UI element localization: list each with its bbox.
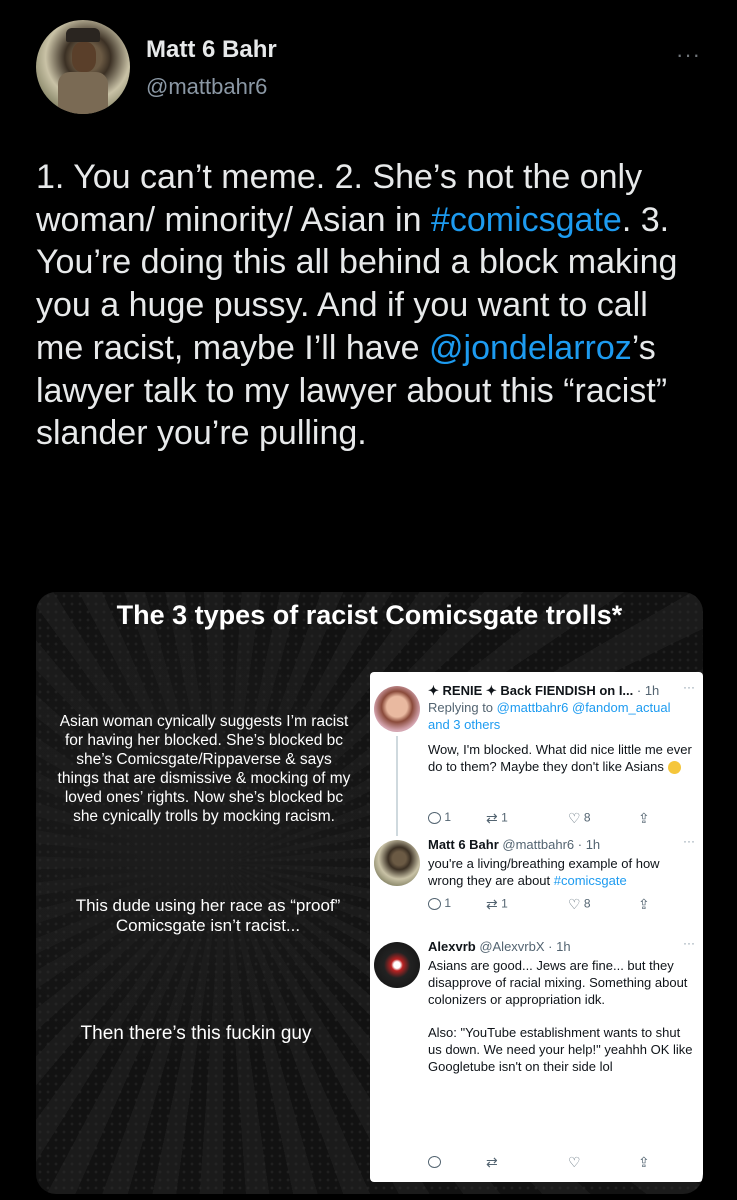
reply-count-value: 1 — [444, 896, 452, 910]
renie-avatar — [374, 686, 420, 732]
retweet-icon: ⇄ — [486, 1154, 498, 1170]
author-display-name[interactable]: Matt 6 Bahr — [146, 36, 277, 64]
heart-icon: ♡ — [568, 896, 581, 912]
embedded-reply-alexvrb: ··· Alexvrb @AlexvrbX · 1h Asians are go… — [370, 934, 703, 1178]
like-count-value: 8 — [583, 896, 591, 911]
reply-author-name: Matt 6 Bahr — [428, 837, 499, 852]
like-count: ♡ 8 — [568, 896, 591, 913]
pensive-emoji-icon — [667, 761, 681, 775]
reply-icon — [428, 897, 441, 910]
reply-meta: @AlexvrbX · 1h — [475, 939, 571, 954]
avatar-body — [58, 72, 108, 114]
replying-to: Replying to @mattbahr6 @fandom_actualand… — [428, 699, 694, 733]
avatar-face — [72, 42, 96, 72]
reply-actions: ⇄ ♡ ⇪ — [428, 1154, 678, 1172]
share-icon: ⇪ — [638, 810, 650, 826]
reply-meta: @mattbahr6 · 1h — [498, 837, 601, 852]
retweet-icon: ⇄ — [486, 810, 498, 826]
embedded-reply-renie: ··· ✦ RENIE ✦ Back FIENDISH on I... · 1h… — [370, 678, 703, 836]
reply-hashtag: #comicsgate — [553, 873, 627, 888]
meme-title: The 3 types of racist Comicsgate trolls* — [116, 600, 623, 630]
heart-icon: ♡ — [568, 1154, 581, 1170]
reply-meta: · 1h — [633, 683, 660, 698]
like-count: ♡ 8 — [568, 810, 591, 827]
reply-author-name: ✦ RENIE ✦ Back FIENDISH on I... — [428, 683, 634, 698]
reply-text: you're a living/breathing example of how… — [428, 855, 694, 889]
reply-count: 1 — [428, 896, 451, 910]
reply-text-content: Wow, I'm blocked. What did nice little m… — [428, 742, 692, 774]
reply-header: Alexvrb @AlexvrbX · 1h — [428, 938, 694, 955]
replying-to-prefix: Replying to — [428, 700, 497, 715]
tweet-text: 1. You can’t meme. 2. She’s not the only… — [36, 156, 696, 455]
more-options-icon[interactable]: ··· — [676, 42, 701, 68]
retweet-icon: ⇄ — [486, 896, 498, 912]
reply-icon — [428, 811, 441, 824]
reply-body: Matt 6 Bahr @mattbahr6 · 1h you're a liv… — [428, 836, 694, 889]
reply-actions: 1 ⇄ 1 ♡ 8 ⇪ — [428, 810, 678, 828]
retweet-count: ⇄ 1 — [486, 896, 508, 913]
embedded-replies-screenshot: ··· ✦ RENIE ✦ Back FIENDISH on I... · 1h… — [370, 672, 703, 1182]
reply-count-value: 1 — [444, 810, 452, 824]
meme-caption-1: Asian woman cynically suggests I’m racis… — [57, 713, 351, 825]
tweet-header: Matt 6 Bahr @mattbahr6 ··· — [36, 20, 701, 120]
matt-avatar — [374, 840, 420, 886]
like-count-value: 8 — [583, 810, 591, 825]
retweet-count-value: 1 — [501, 896, 508, 911]
reply-header: ✦ RENIE ✦ Back FIENDISH on I... · 1h — [428, 682, 694, 699]
reply-actions: 1 ⇄ 1 ♡ 8 ⇪ — [428, 896, 678, 914]
reply-text-2: Also: "YouTube establishment wants to sh… — [428, 1025, 693, 1074]
alexvrb-avatar — [374, 942, 420, 988]
reply-body: ✦ RENIE ✦ Back FIENDISH on I... · 1h Rep… — [428, 682, 694, 775]
reply-icon — [428, 1154, 441, 1168]
embedded-reply-matt: ··· Matt 6 Bahr @mattbahr6 · 1h you're a… — [370, 832, 703, 924]
author-handle[interactable]: @mattbahr6 — [146, 74, 267, 100]
retweet-count: ⇄ 1 — [486, 810, 508, 827]
hashtag-comicsgate-link[interactable]: #comicsgate — [431, 201, 622, 239]
meme-caption-2: This dude using her race as “proof” Comi… — [75, 896, 341, 935]
reply-count: 1 — [428, 810, 451, 824]
retweet-count-value: 1 — [501, 810, 508, 825]
replying-to-handles: @mattbahr6 @fandom_actual — [496, 700, 671, 715]
thread-line — [396, 736, 398, 836]
tweet-media-image[interactable]: The 3 types of racist Comicsgate trolls*… — [36, 592, 703, 1194]
mention-jondelarroz-link[interactable]: @jondelarroz — [429, 329, 632, 367]
author-avatar[interactable] — [36, 20, 130, 114]
reply-text: Wow, I'm blocked. What did nice little m… — [428, 741, 694, 775]
share-icon: ⇪ — [638, 1154, 650, 1170]
heart-icon: ♡ — [568, 810, 581, 826]
reply-author-name: Alexvrb — [428, 939, 476, 954]
avatar-hat — [66, 28, 100, 42]
reply-body: Alexvrb @AlexvrbX · 1h Asians are good..… — [428, 938, 694, 1075]
reply-text-1: Asians are good... Jews are fine... but … — [428, 958, 688, 1007]
share-icon: ⇪ — [638, 896, 650, 912]
meme-caption-3: Then there’s this fuckin guy — [80, 1023, 312, 1044]
replying-to-others: and 3 others — [428, 717, 501, 732]
reply-header: Matt 6 Bahr @mattbahr6 · 1h — [428, 836, 694, 853]
